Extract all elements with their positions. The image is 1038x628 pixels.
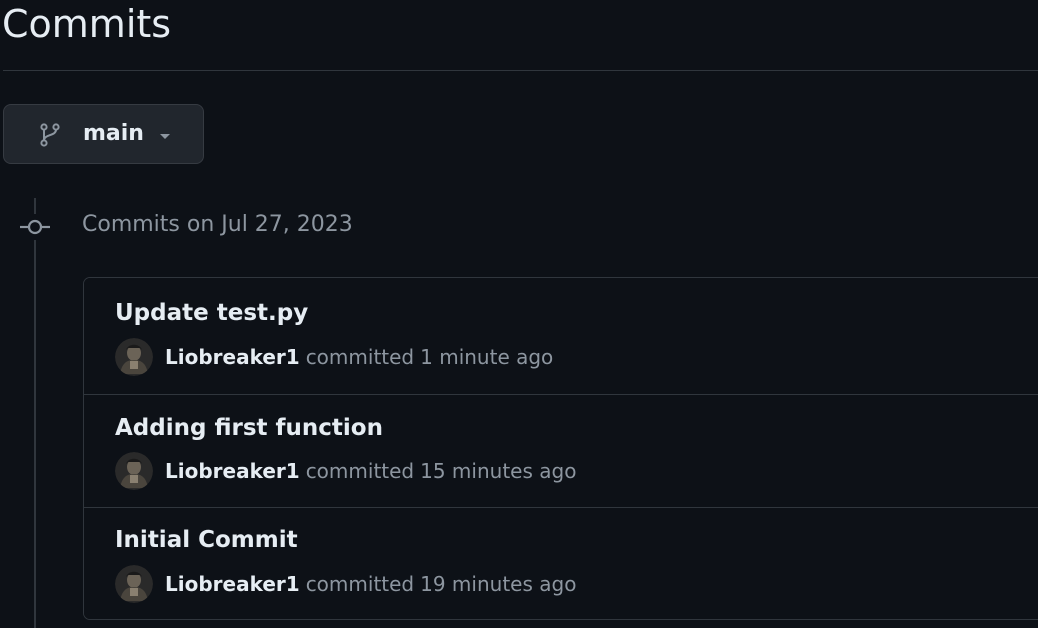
commit-verb: committed — [305, 572, 415, 596]
commit-row: Update test.py Liobreaker1 committed 1 m… — [84, 278, 1038, 394]
commit-row: Adding first function Liobreaker1 commit… — [84, 394, 1038, 507]
git-branch-icon — [40, 123, 60, 147]
commit-group-heading: Commits on Jul 27, 2023 — [82, 212, 353, 237]
commit-row: Initial Commit Liobreaker1 committed 19 … — [84, 507, 1038, 619]
git-commit-icon — [18, 214, 52, 240]
commit-time: 19 minutes ago — [420, 572, 577, 596]
avatar[interactable] — [115, 452, 153, 490]
commit-author-link[interactable]: Liobreaker1 — [165, 459, 300, 483]
commit-meta: Liobreaker1 committed 19 minutes ago — [115, 565, 577, 603]
commit-author-link[interactable]: Liobreaker1 — [165, 345, 300, 369]
branch-select-button[interactable]: main — [3, 104, 204, 164]
commit-meta: Liobreaker1 committed 1 minute ago — [115, 338, 554, 376]
commit-meta: Liobreaker1 committed 15 minutes ago — [115, 452, 577, 490]
commit-time: 15 minutes ago — [420, 459, 577, 483]
commit-title-link[interactable]: Update test.py — [115, 298, 308, 328]
header-divider — [3, 70, 1038, 71]
commit-time: 1 minute ago — [420, 345, 554, 369]
timeline-line — [34, 198, 36, 628]
avatar[interactable] — [115, 565, 153, 603]
commit-author-link[interactable]: Liobreaker1 — [165, 572, 300, 596]
commit-verb: committed — [305, 459, 415, 483]
page-title: Commits — [2, 2, 172, 46]
commit-list: Update test.py Liobreaker1 committed 1 m… — [83, 277, 1038, 620]
commit-title-link[interactable]: Adding first function — [115, 413, 383, 443]
chevron-down-icon — [160, 134, 170, 139]
commit-title-link[interactable]: Initial Commit — [115, 525, 298, 555]
commit-verb: committed — [305, 345, 415, 369]
commits-page: Commits main Commits on Jul 27, 2023 Upd… — [0, 0, 1038, 628]
avatar[interactable] — [115, 338, 153, 376]
branch-label: main — [83, 121, 144, 146]
